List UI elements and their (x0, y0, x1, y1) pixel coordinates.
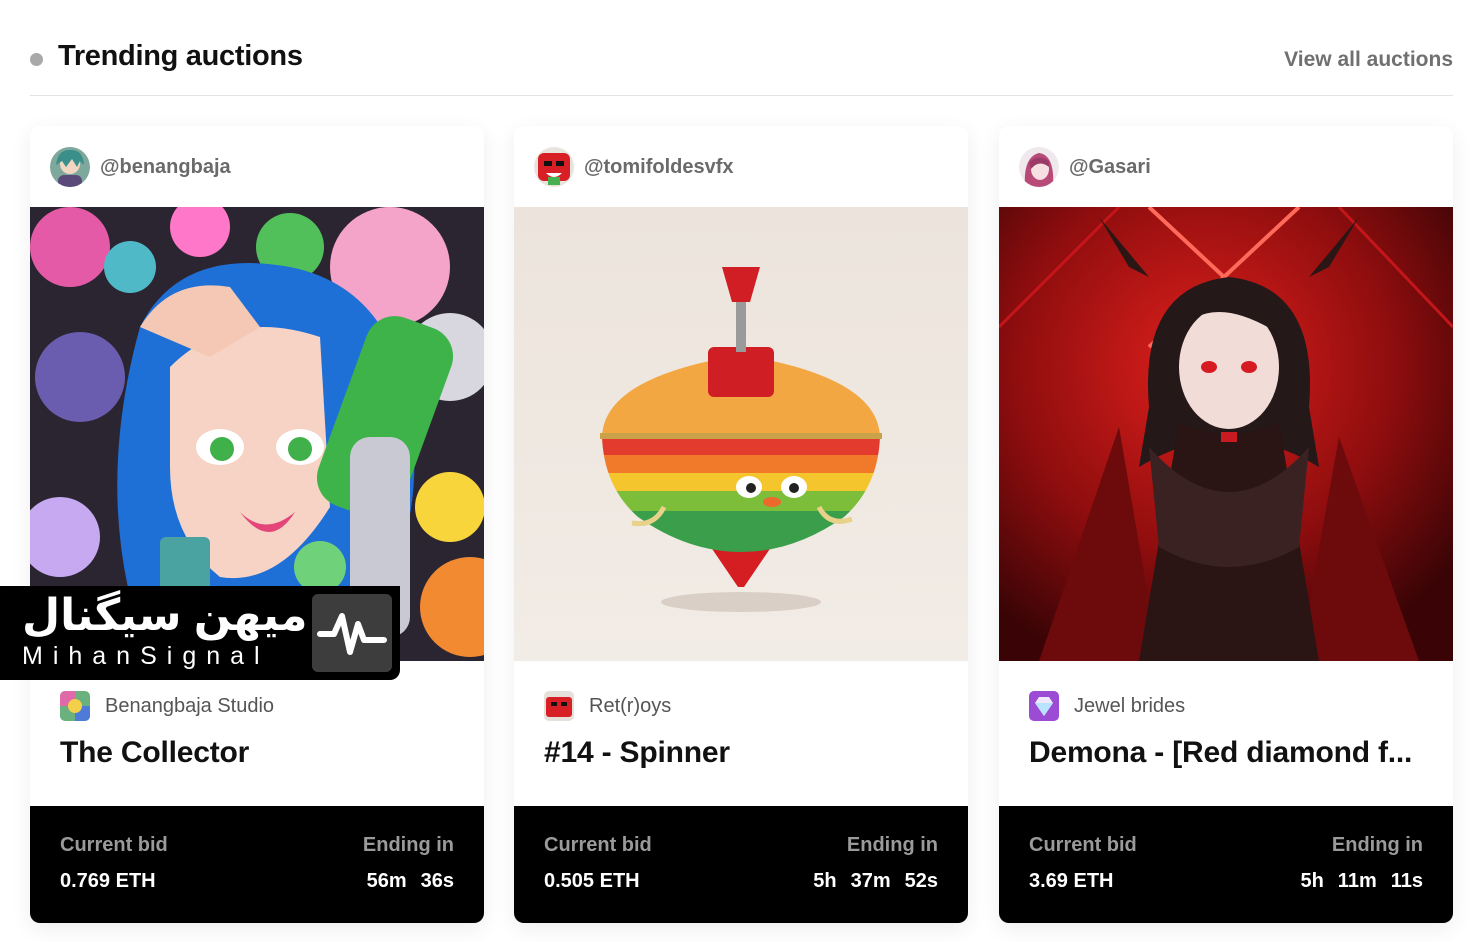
artwork-image[interactable] (514, 207, 968, 661)
timer-minutes: 37m (850, 870, 891, 892)
creator-link[interactable]: @Gasari (1019, 147, 1151, 187)
creator-avatar (534, 147, 574, 187)
timer-minutes: 11m (1337, 870, 1377, 892)
timer-seconds: 11s (1390, 870, 1423, 892)
collection-icon (60, 691, 90, 721)
collection-name: Ret(r)oys (589, 694, 672, 717)
watermark-latin-text: MihanSignal (22, 642, 270, 670)
timer-hours: 5h (813, 870, 837, 892)
current-bid-label: Current bid (60, 834, 168, 856)
countdown-timer: 56m 36s (367, 870, 454, 893)
section-header: Trending auctions View all auctions (30, 36, 1453, 96)
artwork-title[interactable]: The Collector (60, 736, 460, 770)
ending-in-label: Ending in (846, 834, 938, 856)
creator-handle: @tomifoldesvfx (584, 155, 734, 178)
signal-pulse-icon (312, 594, 392, 672)
collection-link[interactable]: Jewel brides (1029, 690, 1185, 722)
timer-seconds: 52s (904, 870, 938, 892)
watermark-persian-text: میهن سیگنال (22, 591, 308, 640)
creator-handle: @benangbaja (100, 155, 231, 178)
section-dot-icon (30, 53, 43, 66)
creator-handle: @Gasari (1069, 155, 1151, 178)
auction-card[interactable]: @tomifoldesvfx Ret(r)oys #14 - Spinner C… (514, 126, 968, 923)
creator-link[interactable]: @tomifoldesvfx (534, 147, 734, 187)
current-bid-value: 3.69 ETH (1029, 870, 1114, 892)
ending-in-label: Ending in (1331, 834, 1423, 856)
current-bid-label: Current bid (1029, 834, 1137, 856)
auction-card[interactable]: @Gasari Jewel brides Demona - [Red diamo… (999, 126, 1453, 923)
timer-hours: 5h (1300, 870, 1324, 892)
creator-link[interactable]: @benangbaja (50, 147, 231, 187)
current-bid-label: Current bid (544, 834, 652, 856)
ending-in-label: Ending in (362, 834, 454, 856)
view-all-auctions-link[interactable]: View all auctions (1284, 48, 1453, 72)
auction-card[interactable]: @benangbaja Benangbaja Studio The Collec… (30, 126, 484, 923)
collection-name: Jewel brides (1074, 694, 1186, 717)
watermark: میهن سیگنال MihanSignal (0, 586, 400, 680)
artwork-image[interactable] (999, 207, 1453, 661)
collection-icon (1029, 691, 1059, 721)
artwork-title[interactable]: #14 - Spinner (544, 736, 944, 770)
timer-minutes: 56m (366, 870, 407, 892)
collection-link[interactable]: Ret(r)oys (544, 690, 671, 722)
collection-icon (544, 691, 574, 721)
bid-panel: Current bid Ending in 3.69 ETH 5h 11m 11… (999, 806, 1453, 923)
section-title: Trending auctions (58, 40, 303, 72)
current-bid-value: 0.769 ETH (60, 870, 156, 892)
current-bid-value: 0.505 ETH (544, 870, 640, 892)
creator-avatar (50, 147, 90, 187)
countdown-timer: 5h 11m 11s (1300, 870, 1423, 893)
collection-name: Benangbaja Studio (105, 694, 275, 717)
bid-panel: Current bid Ending in 0.769 ETH 56m 36s (30, 806, 484, 923)
timer-seconds: 36s (420, 870, 454, 892)
creator-avatar (1019, 147, 1059, 187)
collection-link[interactable]: Benangbaja Studio (60, 690, 274, 722)
bid-panel: Current bid Ending in 0.505 ETH 5h 37m 5… (514, 806, 968, 923)
countdown-timer: 5h 37m 52s (813, 870, 938, 893)
artwork-title[interactable]: Demona - [Red diamond f... (1029, 736, 1429, 770)
